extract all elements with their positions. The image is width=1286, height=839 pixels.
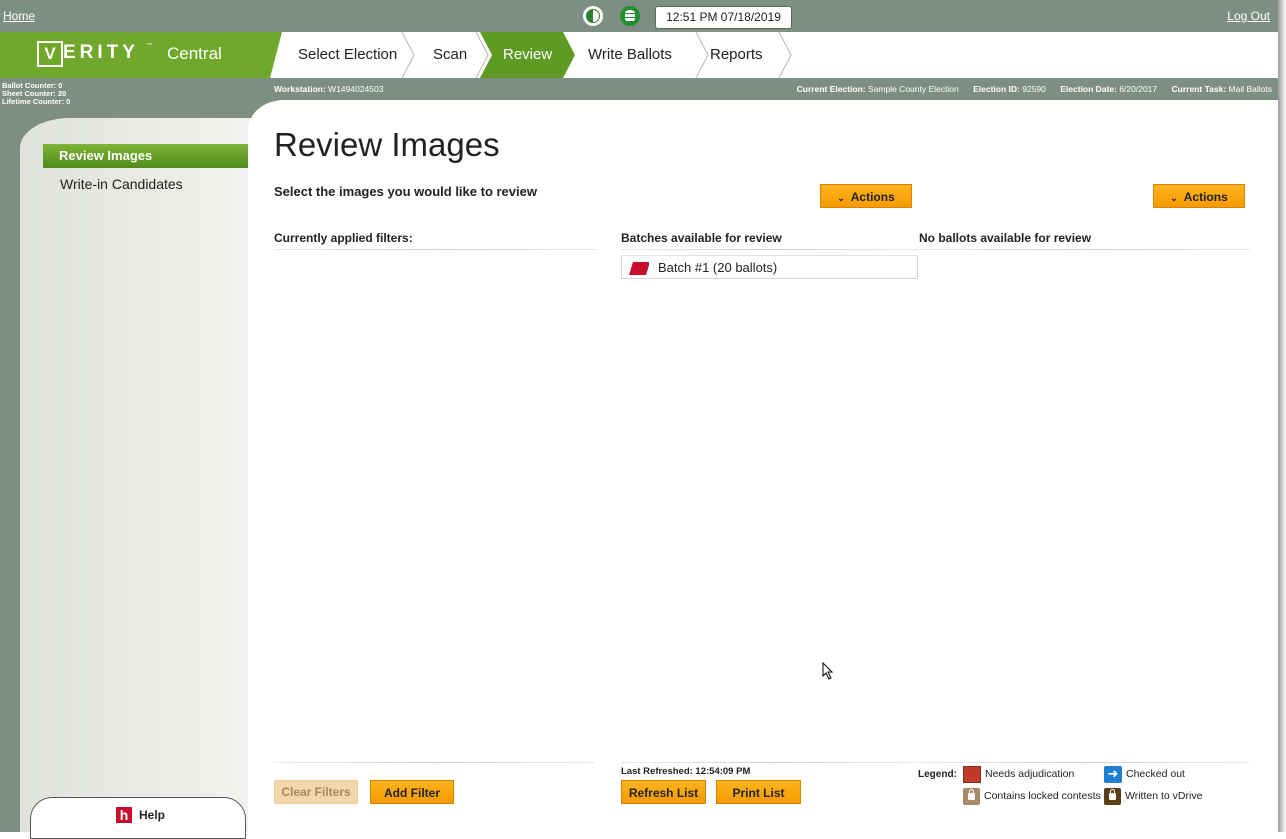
election-date-label: Election Date: <box>1060 84 1117 94</box>
filters-column-header: Currently applied filters: <box>274 231 413 245</box>
divider <box>274 762 596 763</box>
mouse-cursor-icon <box>822 662 834 680</box>
batch-icon <box>629 262 649 275</box>
step-divider <box>778 32 792 78</box>
vdrive-lock-icon <box>1104 788 1121 805</box>
step-divider <box>401 32 415 78</box>
election-id-value: 92590 <box>1022 84 1046 94</box>
ballots-column-header: No ballots available for review <box>919 231 1092 245</box>
workstation-info: Workstation: W1494024503 <box>274 84 383 94</box>
checked-out-arrow-icon: ➜ <box>1104 766 1122 783</box>
legend-label: Legend: <box>918 769 957 780</box>
print-list-button[interactable]: Print List <box>716 780 801 804</box>
current-task-value: Mail Ballots <box>1228 84 1272 94</box>
brand-arrow <box>270 32 282 78</box>
chevron-down-icon: ⌄ <box>837 193 845 203</box>
sidebar-item-label: Review Images <box>59 148 153 163</box>
step-reports[interactable]: Reports <box>710 32 763 78</box>
main-panel <box>248 100 1278 832</box>
database-icon <box>620 6 640 26</box>
info-bar: Ballot Counter: 0 Sheet Counter: 20 Life… <box>0 78 1278 106</box>
sidebar-item-write-in-candidates[interactable]: Write-in Candidates <box>60 176 183 192</box>
needs-adjudication-icon <box>963 766 981 783</box>
election-date-value: 6/20/2017 <box>1119 84 1158 94</box>
clear-filters-button[interactable]: Clear Filters <box>274 780 358 804</box>
workstation-value: W1494024503 <box>328 84 384 94</box>
current-task-label: Current Task: <box>1171 84 1227 94</box>
legend-checked-out: Checked out <box>1126 768 1185 780</box>
ballots-actions-button[interactable]: ⌄ Actions <box>1153 184 1245 208</box>
sidebar <box>20 118 266 832</box>
lifetime-counter: Lifetime Counter: 0 <box>2 97 71 106</box>
divider <box>919 762 1250 763</box>
election-id-label: Election ID: <box>973 84 1020 94</box>
clock-display: 12:51 PM 07/18/2019 <box>655 6 792 29</box>
page-title: Review Images <box>274 126 500 163</box>
home-link[interactable]: Home <box>3 9 35 23</box>
actions-label: Actions <box>1183 190 1228 204</box>
refresh-list-button[interactable]: Refresh List <box>621 780 706 804</box>
divider <box>274 249 596 250</box>
add-filter-button[interactable]: Add Filter <box>370 780 454 804</box>
page-subtitle: Select the images you would like to revi… <box>274 184 537 199</box>
top-bar: Home 12:51 PM 07/18/2019 Log Out <box>0 0 1278 32</box>
connection-status-icon <box>583 6 603 26</box>
step-review[interactable]: Review <box>503 32 552 78</box>
locked-contests-lock-icon <box>963 788 980 805</box>
step-write-ballots[interactable]: Write Ballots <box>588 32 672 78</box>
sidebar-item-review-images[interactable]: Review Images <box>43 144 270 168</box>
list-item[interactable]: Batch #1 (20 ballots) <box>621 255 918 279</box>
step-select-election[interactable]: Select Election <box>298 32 397 78</box>
last-refreshed: Last Refreshed: 12:54:09 PM <box>621 766 751 777</box>
help-label: Help <box>139 808 166 822</box>
window-shadow <box>1278 0 1286 832</box>
batches-column-header: Batches available for review <box>621 231 782 245</box>
help-button[interactable]: h Help <box>30 797 246 839</box>
workflow-nav: V ERITY ™ Central Select Election Scan R… <box>0 32 1278 78</box>
chevron-down-icon: ⌄ <box>1170 193 1178 203</box>
step-divider <box>695 32 709 78</box>
divider <box>621 249 918 250</box>
actions-label: Actions <box>850 190 895 204</box>
legend-written-vdrive: Written to vDrive <box>1125 790 1203 802</box>
divider <box>919 249 1250 250</box>
election-info: Current Election: Sample County Election… <box>797 84 1272 94</box>
help-icon: h <box>116 807 132 823</box>
current-election-label: Current Election: <box>796 84 866 94</box>
step-scan[interactable]: Scan <box>433 32 467 78</box>
workstation-label: Workstation: <box>274 84 326 94</box>
current-election-value: Sample County Election <box>868 84 959 94</box>
divider <box>621 762 918 763</box>
legend-locked-contests: Contains locked contests <box>984 790 1101 802</box>
legend-needs-adjudication: Needs adjudication <box>985 768 1075 780</box>
batches-actions-button[interactable]: ⌄ Actions <box>820 184 912 208</box>
batch-label: Batch #1 (20 ballots) <box>658 260 778 275</box>
logout-link[interactable]: Log Out <box>1227 9 1270 23</box>
counters: Ballot Counter: 0 Sheet Counter: 20 Life… <box>2 82 70 106</box>
